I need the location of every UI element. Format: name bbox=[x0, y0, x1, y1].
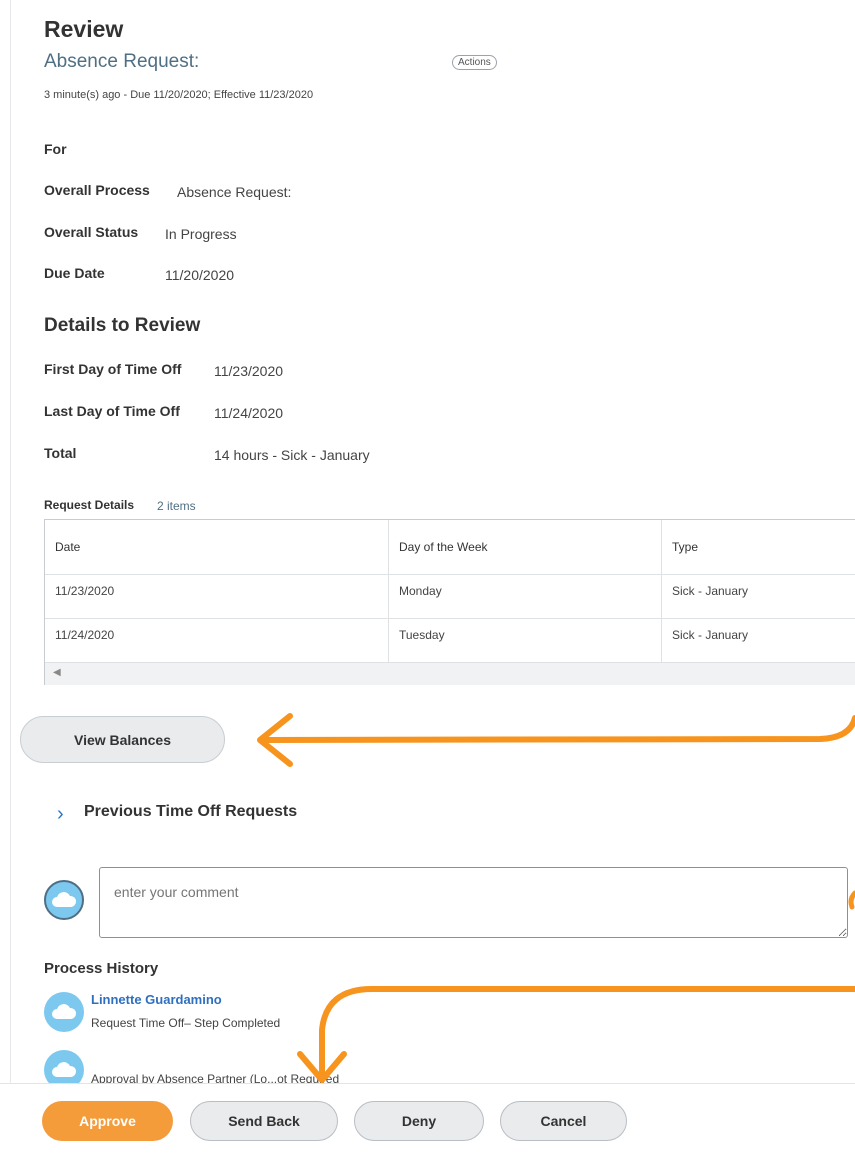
cell-date: 11/24/2020 bbox=[55, 628, 115, 642]
view-balances-button[interactable]: View Balances bbox=[20, 716, 225, 763]
actions-button[interactable]: Actions bbox=[452, 55, 497, 70]
arrow-to-comment-icon bbox=[848, 890, 855, 910]
request-details-grid: Date Day of the Week Type 11/23/2020 Mon… bbox=[44, 519, 855, 685]
arrow-to-view-balances-icon bbox=[257, 713, 855, 767]
column-header-date[interactable]: Date bbox=[45, 520, 388, 574]
request-meta: 3 minute(s) ago - Due 11/20/2020; Effect… bbox=[44, 89, 314, 101]
overall-status-label: Overall Status bbox=[44, 224, 139, 240]
left-border bbox=[10, 0, 11, 1153]
history-step: Request Time Off– Step Completed bbox=[91, 1016, 281, 1030]
cell-day: Monday bbox=[399, 584, 442, 598]
overall-status-value: In Progress bbox=[165, 226, 237, 242]
overall-process-value: Absence Request: bbox=[177, 184, 292, 200]
previous-time-off-requests-toggle[interactable]: Previous Time Off Requests bbox=[84, 803, 297, 821]
due-date-value: 11/20/2020 bbox=[165, 267, 235, 283]
column-header-day[interactable]: Day of the Week bbox=[389, 520, 661, 574]
row-divider bbox=[45, 618, 855, 619]
first-day-label: First Day of Time Off bbox=[44, 361, 182, 377]
cloud-icon bbox=[52, 1004, 77, 1019]
page-title: Review bbox=[44, 16, 124, 42]
cell-date: 11/23/2020 bbox=[55, 584, 115, 598]
column-header-type[interactable]: Type bbox=[662, 520, 855, 574]
cell-type: Sick - January bbox=[672, 584, 749, 598]
first-day-value: 11/23/2020 bbox=[214, 363, 284, 379]
last-day-label: Last Day of Time Off bbox=[44, 403, 180, 419]
for-label: For bbox=[44, 141, 67, 157]
cloud-icon bbox=[52, 1062, 77, 1077]
last-day-value: 11/24/2020 bbox=[214, 405, 284, 421]
deny-button[interactable]: Deny bbox=[354, 1101, 484, 1141]
current-user-avatar bbox=[44, 880, 84, 920]
cell-type: Sick - January bbox=[672, 628, 749, 642]
total-label: Total bbox=[44, 445, 77, 461]
cloud-icon bbox=[52, 892, 77, 907]
request-details-title: Request Details bbox=[44, 498, 135, 512]
process-history-title: Process History bbox=[44, 960, 159, 977]
comment-input[interactable] bbox=[99, 867, 848, 938]
approve-button[interactable]: Approve bbox=[42, 1101, 173, 1141]
send-back-button[interactable]: Send Back bbox=[190, 1101, 338, 1141]
details-to-review-title: Details to Review bbox=[44, 315, 201, 336]
history-avatar bbox=[44, 992, 84, 1032]
chevron-right-icon[interactable]: › bbox=[57, 803, 64, 826]
history-user-link[interactable]: Linnette Guardamino bbox=[91, 992, 222, 1007]
scroll-left-arrow-icon[interactable]: ◀ bbox=[53, 667, 61, 678]
request-details-count: 2 items bbox=[157, 499, 196, 513]
horizontal-scrollbar[interactable]: ◀ bbox=[45, 662, 855, 685]
cell-day: Tuesday bbox=[399, 628, 445, 642]
row-divider bbox=[45, 574, 855, 575]
arrow-to-send-back-icon bbox=[297, 986, 855, 1083]
due-date-label: Due Date bbox=[44, 265, 105, 281]
total-value: 14 hours - Sick - January bbox=[214, 447, 370, 463]
request-subtitle: Absence Request: bbox=[44, 51, 200, 72]
overall-process-label: Overall Process bbox=[44, 182, 150, 198]
cancel-button[interactable]: Cancel bbox=[500, 1101, 627, 1141]
